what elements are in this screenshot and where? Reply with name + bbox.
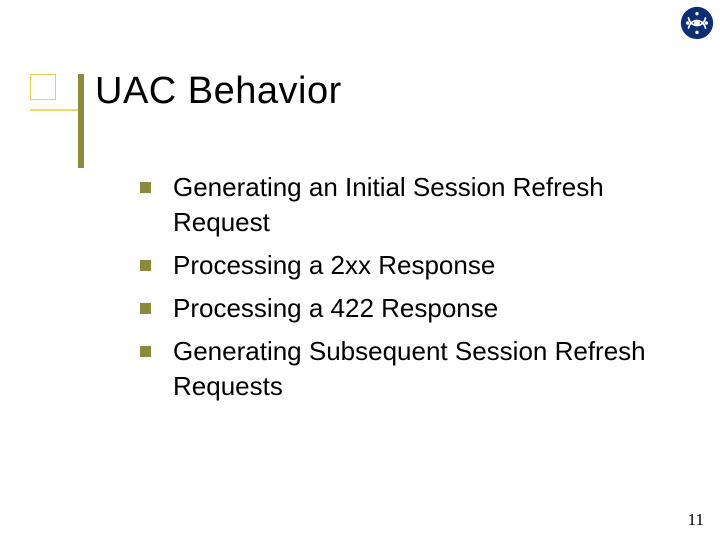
bullet-square-icon — [140, 182, 151, 193]
title-decoration — [30, 74, 84, 168]
decoration-horizontal-bar-icon — [30, 109, 84, 111]
decoration-vertical-bar-icon — [78, 74, 84, 168]
bullet-list: Generating an Initial Session Refresh Re… — [140, 170, 660, 413]
decoration-square-icon — [30, 74, 56, 100]
list-item: Processing a 2xx Response — [140, 248, 660, 283]
list-item: Generating an Initial Session Refresh Re… — [140, 170, 660, 240]
page-number: 11 — [688, 510, 704, 530]
list-item-text: Processing a 422 Response — [173, 291, 498, 326]
slide-title: UAC Behavior — [95, 70, 342, 113]
slide: UAC Behavior Generating an Initial Sessi… — [0, 0, 720, 540]
list-item-text: Generating an Initial Session Refresh Re… — [173, 170, 660, 240]
list-item-text: Generating Subsequent Session Refresh Re… — [173, 334, 660, 404]
bullet-square-icon — [140, 346, 151, 357]
bullet-square-icon — [140, 260, 151, 271]
list-item-text: Processing a 2xx Response — [173, 248, 495, 283]
list-item: Generating Subsequent Session Refresh Re… — [140, 334, 660, 404]
bullet-square-icon — [140, 303, 151, 314]
list-item: Processing a 422 Response — [140, 291, 660, 326]
organization-logo-icon — [680, 6, 714, 40]
